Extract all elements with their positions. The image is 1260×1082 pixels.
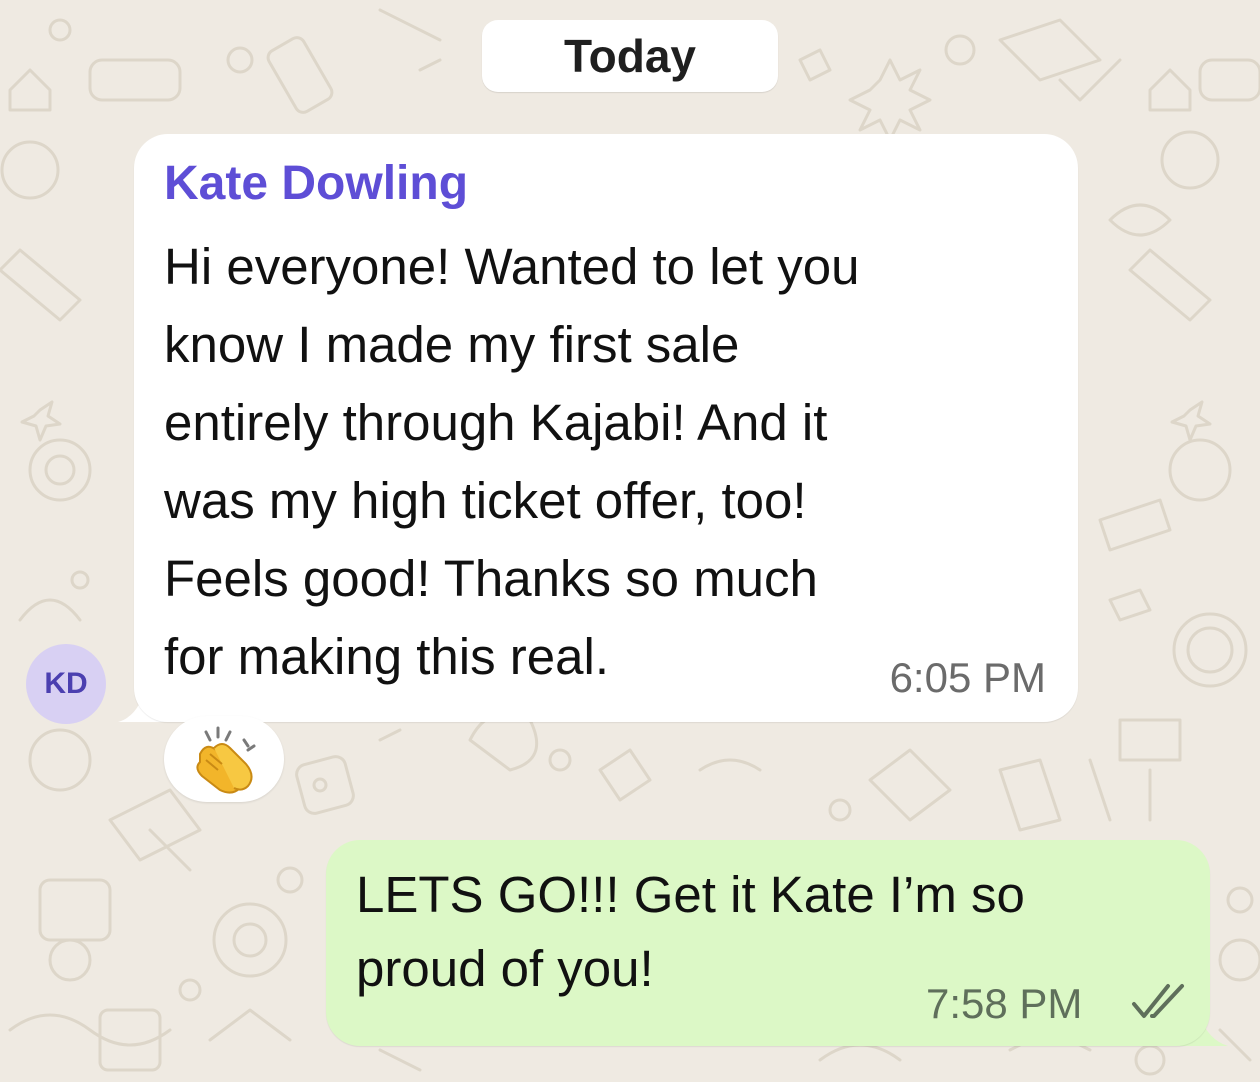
incoming-timestamp: 6:05 PM (889, 654, 1046, 701)
outgoing-message-bubble[interactable]: LETS GO!!! Get it Kate I’m so proud of y… (326, 840, 1210, 1046)
avatar[interactable]: KD (26, 644, 106, 724)
message-line: Feels good! Thanks so much (164, 550, 818, 607)
message-line: LETS GO!!! Get it Kate I’m so (356, 866, 1025, 923)
message-reaction[interactable] (164, 716, 284, 802)
incoming-message-bubble[interactable]: Kate Dowling Hi everyone! Wanted to let … (134, 134, 1078, 722)
sender-name[interactable]: Kate Dowling (164, 156, 468, 211)
clapping-hands-icon (196, 726, 256, 794)
message-line: know I made my first sale (164, 316, 740, 373)
message-line: entirely through Kajabi! And it (164, 394, 828, 451)
outgoing-timestamp: 7:58 PM (926, 980, 1083, 1027)
incoming-message-text: Hi everyone! Wanted to let you know I ma… (164, 228, 1054, 696)
message-line: was my high ticket offer, too! (164, 472, 807, 529)
message-line: Hi everyone! Wanted to let you (164, 238, 860, 295)
double-check-icon (1132, 984, 1184, 1018)
date-separator: Today (482, 20, 778, 92)
